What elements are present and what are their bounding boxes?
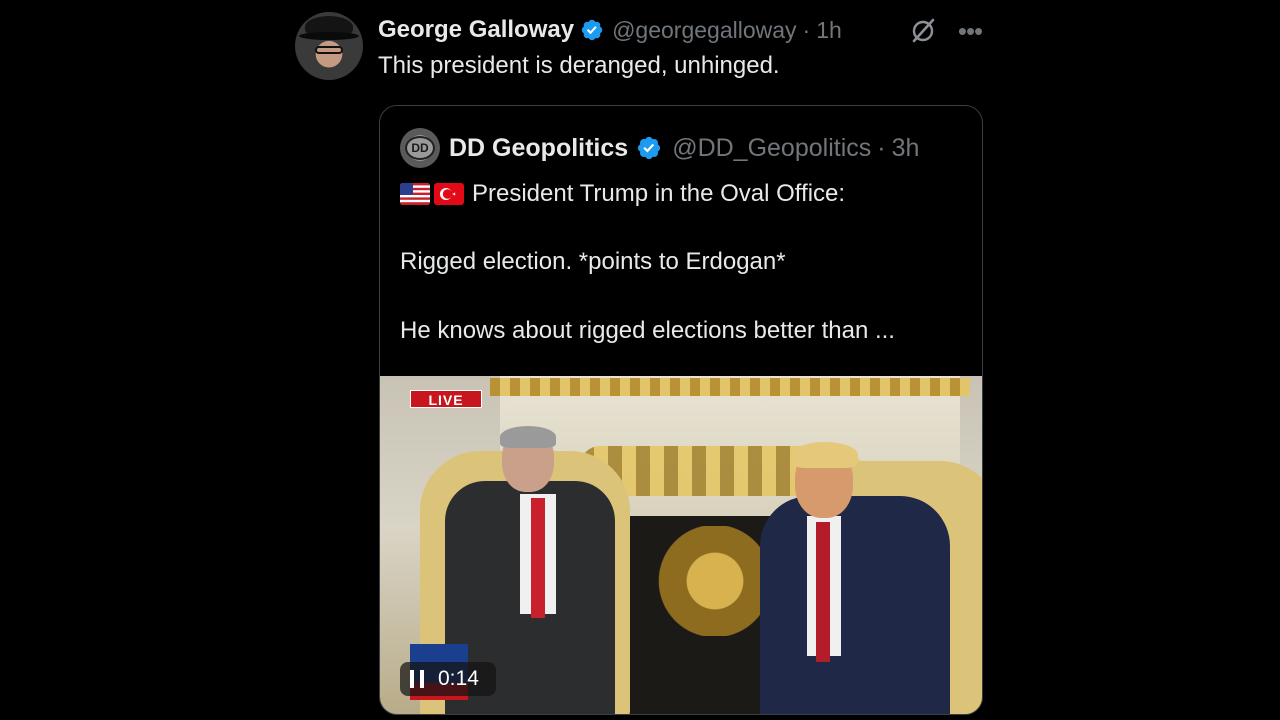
pause-icon[interactable]: [410, 670, 424, 688]
turkey-flag-icon: [434, 183, 464, 205]
verified-badge-icon: [581, 19, 603, 41]
quoted-tweet-time[interactable]: 3h: [892, 134, 920, 163]
video-controls[interactable]: 0:14: [400, 662, 496, 696]
us-flag-icon: [400, 183, 430, 205]
video-duration: 0:14: [438, 667, 479, 690]
quoted-author-handle[interactable]: @DD_Geopolitics: [672, 134, 871, 163]
verified-badge-icon: [638, 136, 661, 160]
quoted-text-line-3: He knows about rigged elections better t…: [400, 317, 895, 344]
quoted-author-name[interactable]: DD Geopolitics: [449, 134, 628, 163]
quoted-tweet-header: DD Geopolitics @DD_Geopolitics · 3h: [449, 131, 919, 165]
tweet-time[interactable]: 1h: [816, 17, 842, 44]
quoted-tweet[interactable]: DD DD Geopolitics @DD_Geopolitics · 3h P…: [379, 105, 983, 715]
author-name[interactable]: George Galloway: [378, 16, 574, 44]
quoted-text-line-2: Rigged election. *points to Erdogan*: [400, 248, 786, 275]
tweet-text: This president is deranged, unhinged.: [378, 52, 780, 79]
tweet-header: George Galloway @georgegalloway · 1h: [378, 14, 842, 46]
separator-dot: ·: [877, 133, 886, 162]
tweet[interactable]: George Galloway @georgegalloway · 1h •••…: [295, 0, 995, 720]
quoted-text-line-1: President Trump in the Oval Office:: [400, 178, 845, 210]
separator-dot: ·: [802, 16, 811, 43]
grok-icon[interactable]: [908, 16, 938, 46]
quoted-text-line-1-text: President Trump in the Oval Office:: [472, 180, 846, 207]
quoted-avatar-logo: DD: [405, 136, 435, 160]
author-avatar[interactable]: [295, 12, 363, 80]
live-badge: LIVE: [410, 390, 482, 408]
video-player[interactable]: LIVE 0:14: [380, 376, 982, 714]
author-handle[interactable]: @georgegalloway: [612, 17, 796, 44]
quoted-author-avatar[interactable]: DD: [400, 128, 440, 168]
more-options-icon[interactable]: •••: [955, 16, 985, 46]
